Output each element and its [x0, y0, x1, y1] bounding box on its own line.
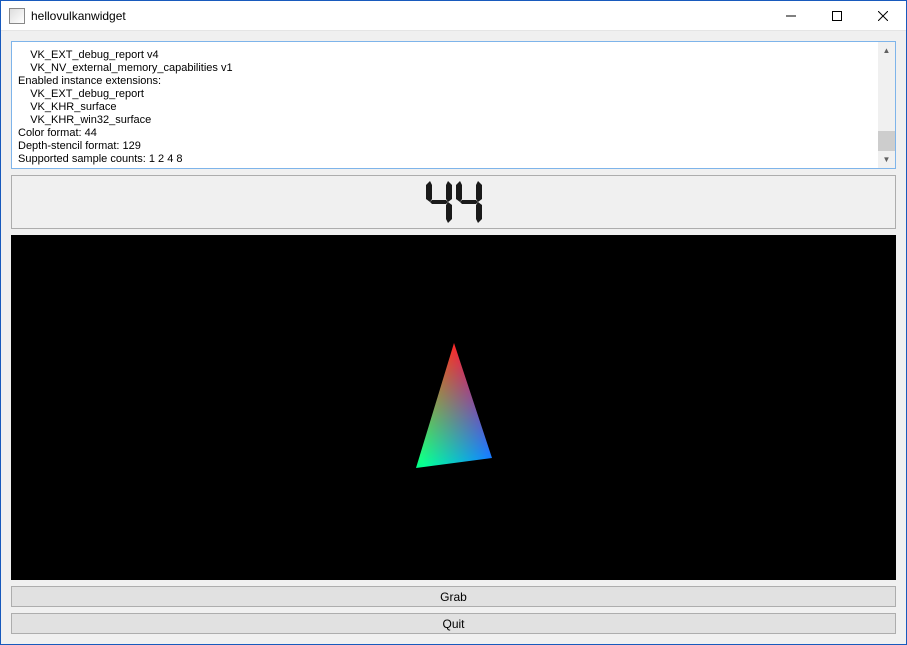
titlebar[interactable]: hellovulkanwidget: [1, 1, 906, 31]
scrollbar[interactable]: ▲ ▼: [878, 42, 895, 168]
scroll-up-icon[interactable]: ▲: [878, 42, 895, 59]
vulkan-render-surface[interactable]: [11, 235, 896, 580]
close-icon: [878, 11, 888, 21]
rendered-triangle: [394, 338, 514, 478]
minimize-icon: [786, 11, 796, 21]
maximize-icon: [832, 11, 842, 21]
client-area: VK_EXT_debug_report v4 VK_NV_external_me…: [1, 31, 906, 644]
frame-counter-display: [11, 175, 896, 229]
lcd-digits: [426, 180, 482, 224]
window-controls: [768, 1, 906, 30]
scroll-thumb[interactable]: [878, 131, 895, 151]
scroll-down-icon[interactable]: ▼: [878, 151, 895, 168]
grab-button[interactable]: Grab: [11, 586, 896, 607]
window-title: hellovulkanwidget: [31, 9, 768, 23]
quit-button[interactable]: Quit: [11, 613, 896, 634]
scroll-track[interactable]: [878, 59, 895, 151]
log-textarea[interactable]: VK_EXT_debug_report v4 VK_NV_external_me…: [11, 41, 896, 169]
app-icon: [9, 8, 25, 24]
main-window: hellovulkanwidget VK_EXT_debug_report v4…: [0, 0, 907, 645]
maximize-button[interactable]: [814, 1, 860, 30]
close-button[interactable]: [860, 1, 906, 30]
minimize-button[interactable]: [768, 1, 814, 30]
log-content: VK_EXT_debug_report v4 VK_NV_external_me…: [14, 49, 237, 166]
